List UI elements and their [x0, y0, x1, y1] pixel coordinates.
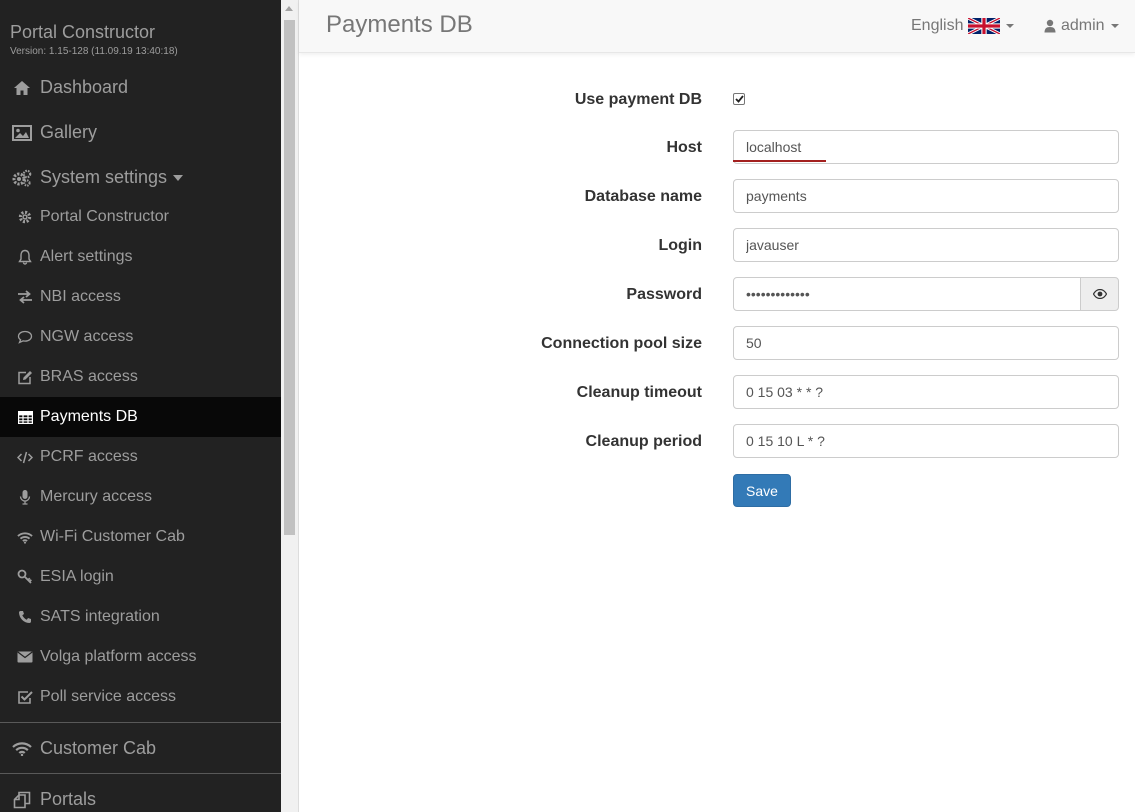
login-label: Login	[658, 237, 702, 254]
cleanup-period-input[interactable]	[733, 424, 1119, 458]
sidebar-item-esia-login[interactable]: ESIA login	[0, 557, 281, 597]
app-title[interactable]: Portal Constructor	[10, 22, 178, 42]
show-password-button[interactable]	[1080, 277, 1119, 311]
sidebar-item-nbi-access[interactable]: NBI access	[0, 277, 281, 317]
gear-icon	[17, 210, 33, 224]
sidebar-item-mercury-access[interactable]: Mercury access	[0, 477, 281, 517]
edit-icon	[17, 370, 33, 385]
scroll-up-arrow-icon[interactable]	[285, 6, 293, 11]
sidebar-item-dashboard[interactable]: Dashboard	[0, 65, 281, 110]
user-icon	[1044, 19, 1056, 33]
caret-down-icon	[1110, 24, 1119, 28]
sidebar-item-poll-service-access[interactable]: Poll service access	[0, 677, 281, 717]
database-name-label: Database name	[584, 188, 702, 205]
cleanup-timeout-input[interactable]	[733, 375, 1119, 409]
sidebar-item-wifi-customer-cab[interactable]: Wi-Fi Customer Cab	[0, 517, 281, 557]
microphone-icon	[17, 489, 33, 505]
database-name-input[interactable]	[733, 179, 1119, 213]
page-title: Payments DB	[326, 11, 473, 38]
sidebar-item-label: Wi-Fi Customer Cab	[40, 528, 185, 545]
sidebar-item-label: Poll service access	[40, 688, 177, 705]
password-input[interactable]	[733, 277, 1081, 311]
sidebar-item-label: Payments DB	[40, 408, 138, 425]
sidebar-item-ngw-access[interactable]: NGW access	[0, 317, 281, 357]
picture-icon	[12, 124, 32, 141]
sidebar-item-label: Portals	[40, 789, 97, 809]
sidebar-item-label: Dashboard	[40, 77, 129, 97]
caret-down-icon	[1006, 24, 1015, 28]
use-payment-db-checkbox[interactable]	[733, 93, 745, 105]
password-label: Password	[626, 286, 702, 303]
user-dropdown[interactable]: admin	[1044, 17, 1119, 35]
sidebar-item-customer-cab[interactable]: Customer Cab	[0, 726, 281, 771]
phone-icon	[17, 610, 33, 624]
scrollbar-thumb[interactable]	[284, 20, 295, 535]
save-button[interactable]: Save	[733, 474, 791, 507]
sidebar-scrollbar[interactable]	[281, 0, 298, 812]
home-icon	[12, 80, 32, 96]
sidebar-item-label: ESIA login	[40, 568, 114, 585]
host-validation-underline	[733, 160, 826, 162]
sidebar: Portal Constructor Version: 1.15-128 (11…	[0, 0, 281, 812]
sidebar-item-volga-platform-access[interactable]: Volga platform access	[0, 637, 281, 677]
copy-icon	[12, 791, 32, 809]
checkmark-icon	[734, 95, 744, 103]
key-icon	[17, 569, 33, 585]
sidebar-item-portal-constructor[interactable]: Portal Constructor	[0, 197, 281, 237]
speech-bubble-icon	[17, 330, 33, 344]
sidebar-item-system-settings[interactable]: System settings	[0, 155, 281, 200]
cleanup-timeout-label: Cleanup timeout	[576, 384, 702, 401]
sidebar-item-bras-access[interactable]: BRAS access	[0, 357, 281, 397]
wifi-icon	[17, 531, 33, 544]
language-label: English	[911, 17, 964, 34]
sidebar-item-label: BRAS access	[40, 368, 138, 385]
sidebar-item-pcrf-access[interactable]: PCRF access	[0, 437, 281, 477]
sidebar-item-label: Volga platform access	[40, 648, 197, 665]
exchange-icon	[17, 290, 33, 304]
sidebar-item-alert-settings[interactable]: Alert settings	[0, 237, 281, 277]
app-version: Version: 1.15-128 (11.09.19 13:40:18)	[10, 46, 178, 57]
wifi-icon	[12, 741, 32, 756]
cleanup-period-label: Cleanup period	[585, 433, 702, 450]
sidebar-item-label: Gallery	[40, 122, 98, 142]
top-navbar: Payments DB English admin	[299, 0, 1135, 53]
code-icon	[17, 451, 33, 464]
host-label: Host	[666, 139, 702, 156]
sidebar-item-portals[interactable]: Portals	[0, 777, 281, 812]
sidebar-item-label: Mercury access	[40, 488, 153, 505]
sidebar-item-label: Customer Cab	[40, 738, 157, 758]
sidebar-item-label: NGW access	[40, 328, 134, 345]
sidebar-divider	[0, 722, 281, 723]
language-dropdown[interactable]: English	[911, 17, 1015, 35]
login-input[interactable]	[733, 228, 1119, 262]
table-icon	[17, 410, 33, 424]
sidebar-item-label: PCRF access	[40, 448, 138, 465]
main-content: Payments DB English admin Use payment DB…	[298, 0, 1135, 812]
connection-pool-size-input[interactable]	[733, 326, 1119, 360]
eye-icon	[1092, 289, 1107, 299]
host-input[interactable]	[733, 130, 1119, 164]
caret-down-icon	[173, 174, 184, 181]
sidebar-divider	[0, 773, 281, 774]
connection-pool-size-label: Connection pool size	[541, 335, 702, 352]
gears-icon	[12, 169, 32, 187]
check-square-icon	[17, 690, 33, 705]
sidebar-item-label: NBI access	[40, 288, 121, 305]
sidebar-item-sats-integration[interactable]: SATS integration	[0, 597, 281, 637]
use-payment-db-label: Use payment DB	[574, 91, 702, 108]
uk-flag-icon	[968, 18, 1001, 34]
sidebar-item-label: Portal Constructor	[40, 208, 169, 225]
user-name: admin	[1061, 17, 1105, 34]
sidebar-item-label: Alert settings	[40, 248, 133, 265]
brand: Portal Constructor Version: 1.15-128 (11…	[10, 22, 178, 57]
sidebar-item-payments-db[interactable]: Payments DB	[0, 397, 281, 437]
envelope-icon	[17, 651, 33, 663]
sidebar-item-gallery[interactable]: Gallery	[0, 110, 281, 155]
sidebar-item-label: System settings	[40, 167, 168, 187]
bell-icon	[17, 249, 33, 265]
sidebar-item-label: SATS integration	[40, 608, 160, 625]
